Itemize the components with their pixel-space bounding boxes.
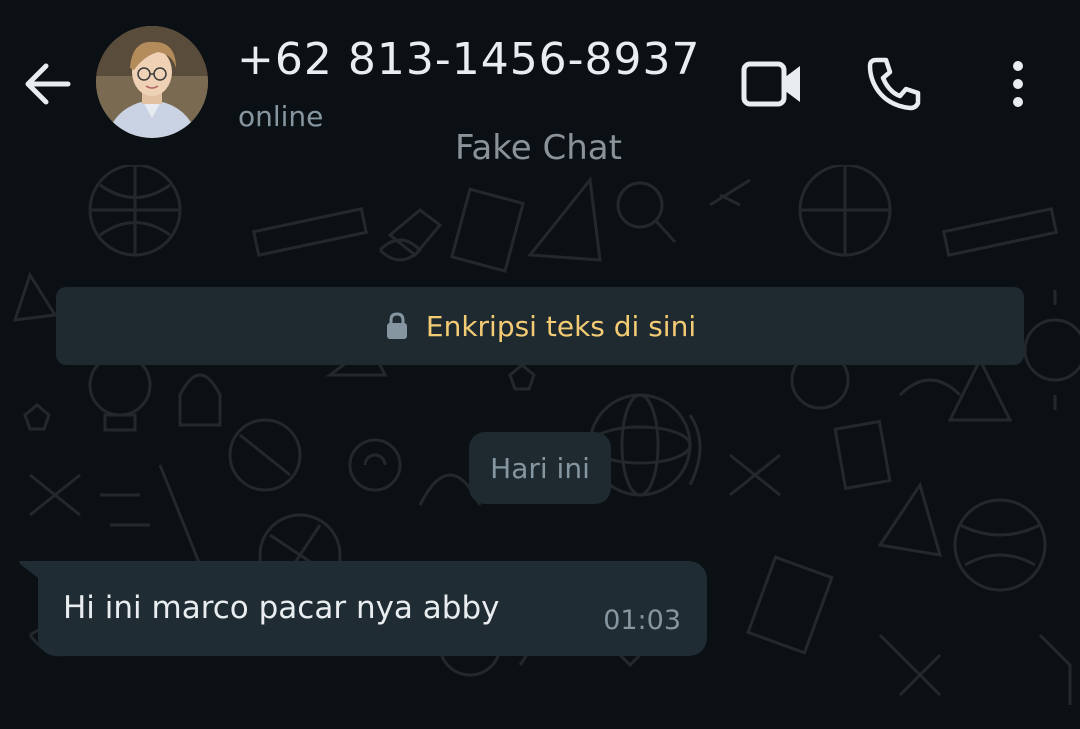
voice-call-button[interactable] [862,52,926,116]
date-chip: Hari ini [469,432,611,504]
back-arrow-icon [25,63,71,105]
message-bubble-incoming[interactable]: Hi ini marco pacar nya abby 01:03 [38,561,707,656]
chat-header: +62 813-1456-8937 online Fake Chat [0,0,1080,168]
date-chip-label: Hari ini [490,451,590,485]
back-button[interactable] [20,56,76,112]
video-call-button[interactable] [736,54,806,114]
lock-icon [386,312,407,339]
contact-status: online [238,100,324,133]
encryption-text: Enkripsi teks di sini [425,309,697,343]
avatar[interactable] [96,26,208,138]
voice-call-icon [867,57,921,111]
app-label: Fake Chat [455,128,622,168]
more-options-button[interactable] [998,56,1038,112]
message-time: 01:03 [603,605,681,636]
video-call-icon [741,61,800,107]
message-text: Hi ini marco pacar nya abby [63,590,500,626]
more-options-icon [1013,61,1023,107]
encryption-notice[interactable]: Enkripsi teks di sini [56,287,1024,365]
contact-name[interactable]: +62 813-1456-8937 [237,34,701,85]
avatar-photo [96,26,208,138]
